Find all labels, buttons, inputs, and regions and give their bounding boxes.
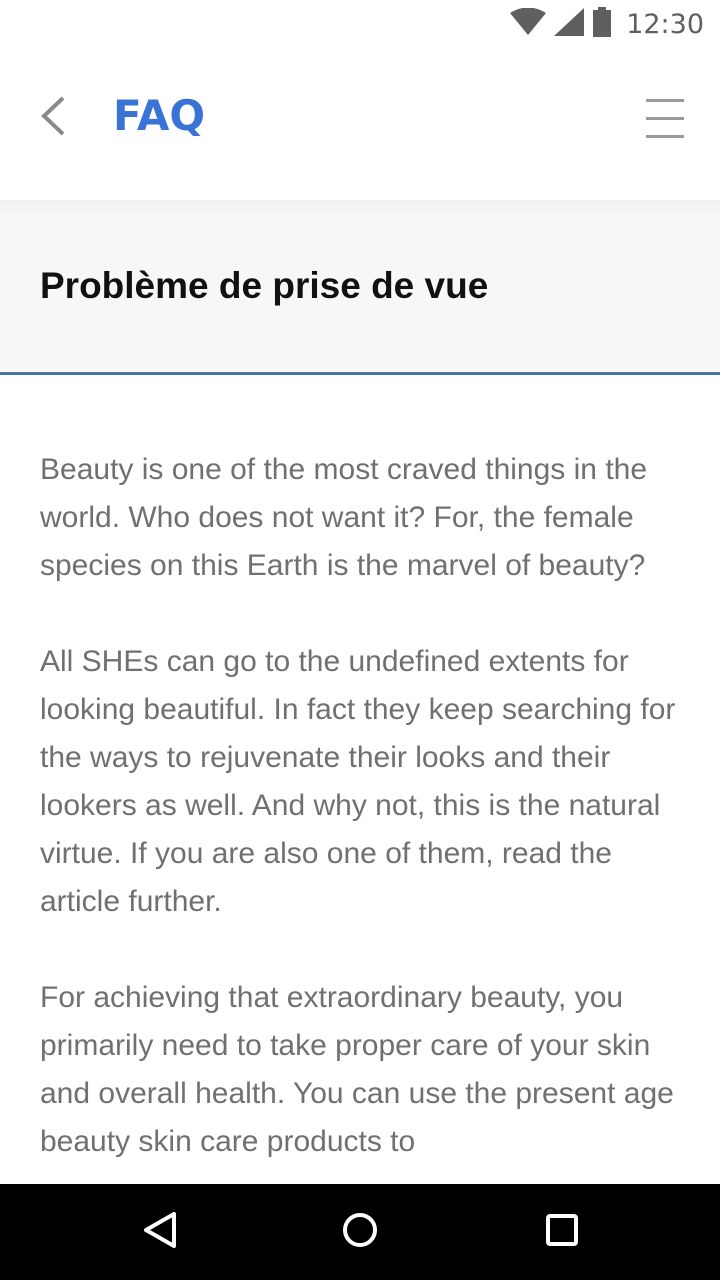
menu-line (646, 99, 684, 102)
page-title: FAQ (113, 91, 206, 140)
section-title: Problème de prise de vue (40, 265, 489, 306)
section-header: Problème de prise de vue (0, 200, 720, 375)
screen: 12:30 FAQ Problème de prise de vue Beaut… (0, 0, 720, 1280)
nav-recents-button[interactable] (534, 1204, 590, 1260)
home-circle-icon (342, 1212, 378, 1252)
back-button[interactable] (28, 90, 78, 146)
chevron-left-icon (39, 95, 67, 141)
back-triangle-icon (142, 1211, 178, 1253)
system-nav-bar (0, 1184, 720, 1280)
nav-back-button[interactable] (132, 1204, 188, 1260)
app-bar: FAQ (0, 48, 720, 200)
recents-square-icon (545, 1213, 579, 1251)
menu-line (646, 117, 684, 120)
status-icons: 12:30 (510, 7, 704, 41)
nav-home-button[interactable] (332, 1204, 388, 1260)
article-paragraph: For achieving that extraordinary beauty,… (40, 981, 674, 1158)
battery-icon (592, 7, 612, 41)
article-paragraph: Beauty is one of the most craved things … (40, 453, 648, 582)
menu-button[interactable] (642, 96, 690, 144)
status-time: 12:30 (626, 8, 704, 40)
menu-line (646, 135, 684, 138)
status-bar: 12:30 (0, 0, 720, 48)
wifi-icon (510, 7, 547, 40)
article-body: Beauty is one of the most craved things … (40, 446, 680, 1183)
article-paragraph: All SHEs can go to the undefined extents… (40, 645, 676, 918)
signal-icon (554, 8, 585, 40)
